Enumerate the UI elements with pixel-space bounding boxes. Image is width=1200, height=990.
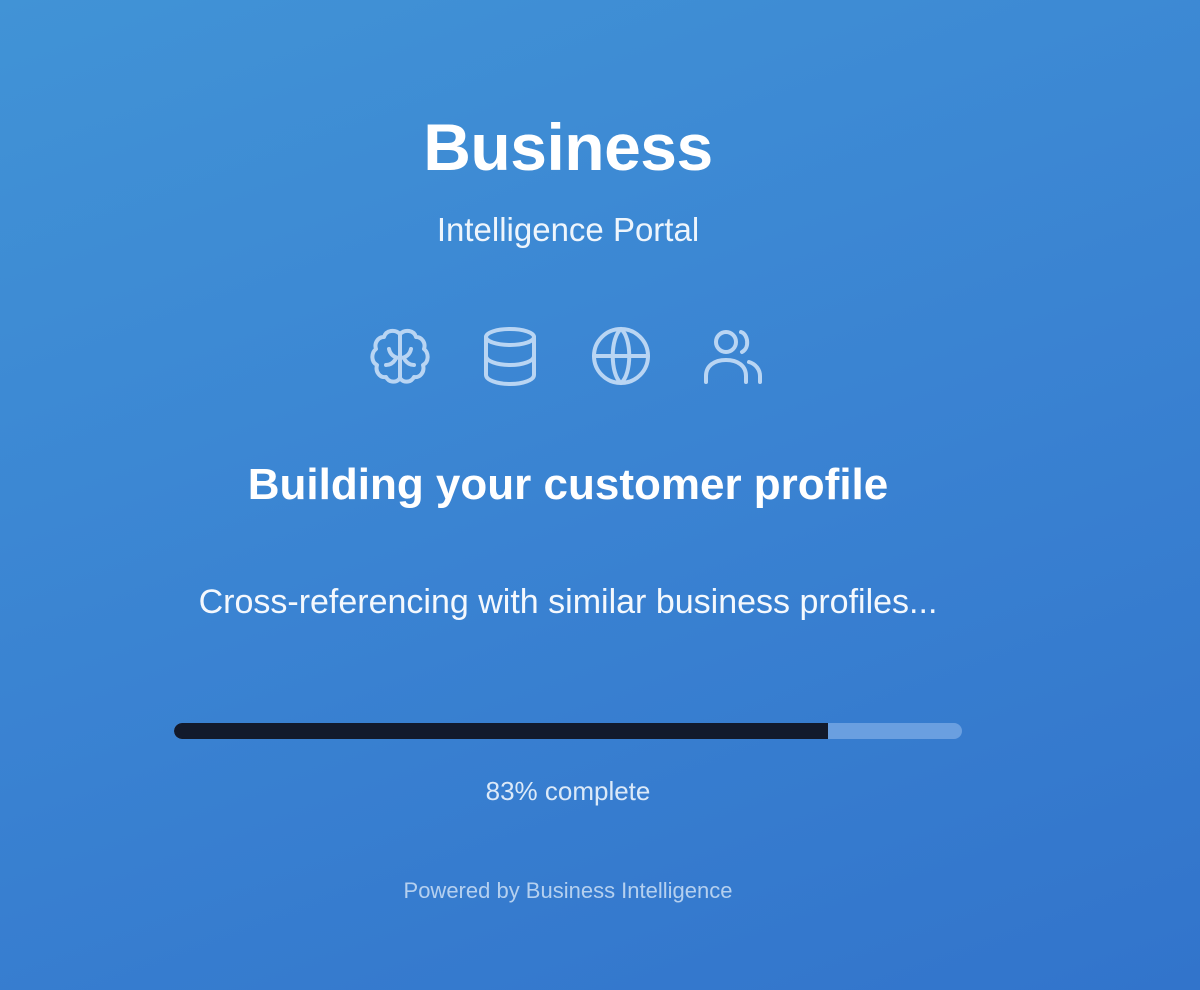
users-icon	[700, 324, 764, 388]
brand-subtitle: Intelligence Portal	[436, 211, 700, 248]
brand-title: Business	[423, 110, 713, 184]
status-heading: Building your customer profile	[247, 460, 889, 509]
status-message: Cross-referencing with similar business …	[198, 583, 938, 621]
footer-credit: Powered by Business Intelligence	[403, 878, 733, 903]
feature-icon-row	[368, 324, 768, 388]
loading-screen: Business Intelligence Portal Building yo…	[174, 0, 962, 990]
progress-bar	[174, 723, 962, 739]
database-icon	[478, 324, 542, 388]
progress-label: 83% complete	[485, 776, 651, 806]
progress-bar-fill	[174, 723, 829, 739]
globe-icon	[589, 324, 653, 388]
brain-icon	[368, 324, 432, 388]
